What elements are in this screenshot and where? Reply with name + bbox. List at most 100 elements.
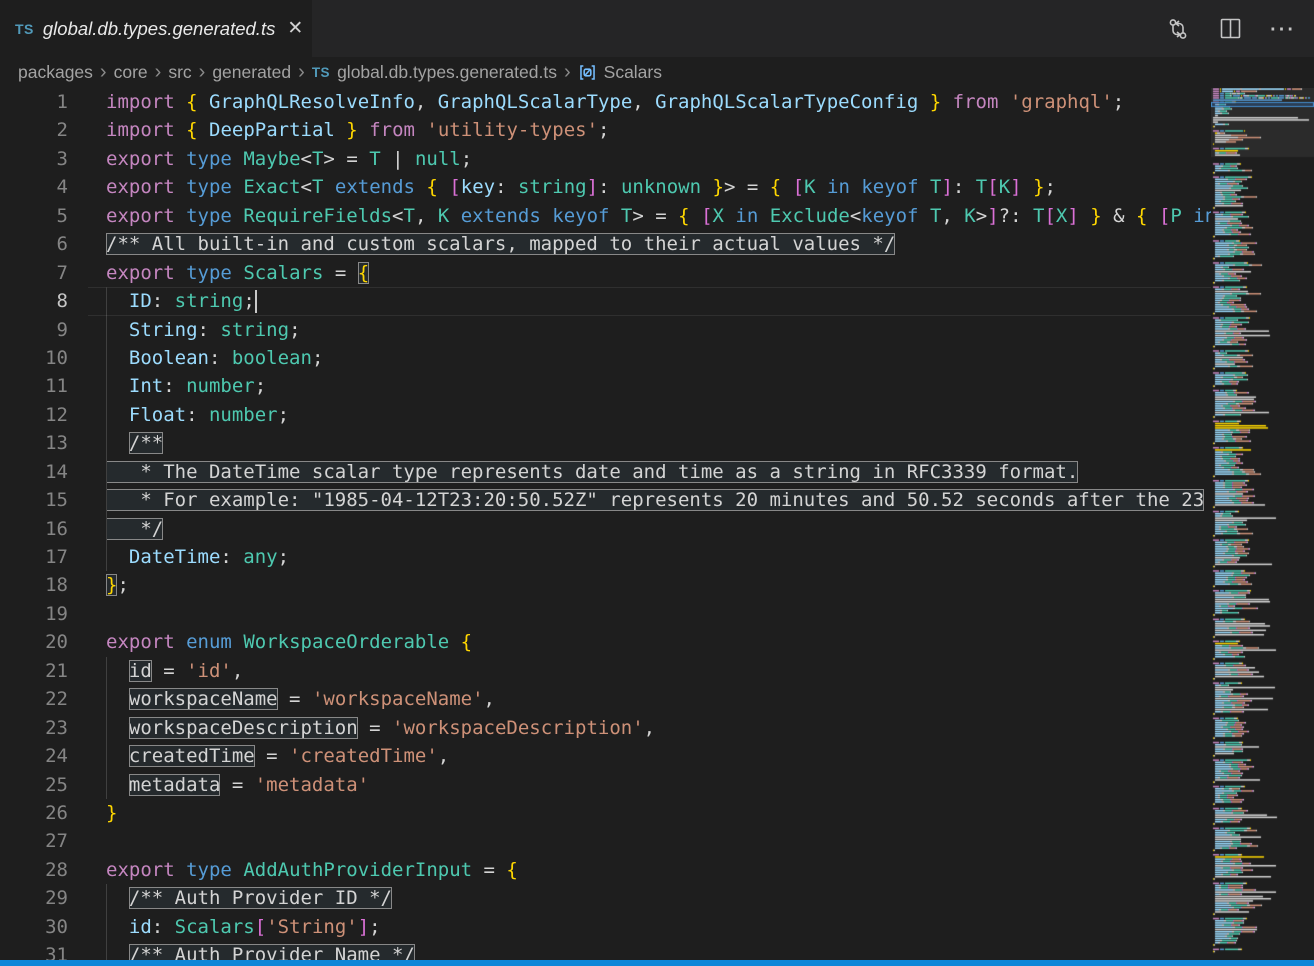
breadcrumb-item-generated[interactable]: generated: [212, 62, 291, 83]
code-line[interactable]: 26}: [0, 799, 1211, 827]
line-number: 16: [0, 515, 68, 543]
indent-guide: [106, 941, 107, 960]
code-line[interactable]: 21 id = 'id',: [0, 657, 1211, 685]
line-number: 12: [0, 401, 68, 429]
line-number: 24: [0, 742, 68, 770]
line-number: 22: [0, 685, 68, 713]
code-line[interactable]: 1import { GraphQLResolveInfo, GraphQLSca…: [0, 88, 1211, 116]
indent-guide: [106, 316, 107, 344]
split-editor-icon[interactable]: [1218, 17, 1242, 41]
close-tab-icon[interactable]: ✕: [284, 16, 306, 41]
code-line[interactable]: 18};: [0, 571, 1211, 599]
line-number: 30: [0, 913, 68, 941]
symbol-type-icon: [578, 63, 597, 82]
line-number: 21: [0, 657, 68, 685]
breadcrumb-item-symbol[interactable]: Scalars: [604, 62, 662, 83]
indent-guide: [106, 884, 107, 912]
breadcrumb-separator: ›: [155, 62, 162, 82]
line-number: 31: [0, 941, 68, 960]
code-line[interactable]: 24 createdTime = 'createdTime',: [0, 742, 1211, 770]
code-line[interactable]: 12 Float: number;: [0, 401, 1211, 429]
code-line[interactable]: 20export enum WorkspaceOrderable {: [0, 628, 1211, 656]
code-line[interactable]: 10 Boolean: boolean;: [0, 344, 1211, 372]
minimap[interactable]: [1211, 88, 1314, 960]
breadcrumb-item-file[interactable]: global.db.types.generated.ts: [337, 62, 557, 83]
indent-guide: [106, 742, 107, 770]
code-line[interactable]: 25 metadata = 'metadata': [0, 771, 1211, 799]
code-line[interactable]: 3export type Maybe<T> = T | null;: [0, 145, 1211, 173]
compare-changes-icon[interactable]: [1166, 17, 1190, 41]
editor-actions: ⋯: [1166, 0, 1314, 57]
code-line[interactable]: 14 * The DateTime scalar type represents…: [0, 458, 1211, 486]
code-line[interactable]: 5export type RequireFields<T, K extends …: [0, 202, 1211, 230]
breadcrumb-separator: ›: [100, 62, 107, 82]
code-line[interactable]: 31 /** Auth Provider Name */: [0, 941, 1211, 960]
indent-guide: [106, 515, 107, 543]
code-line[interactable]: 9 String: string;: [0, 316, 1211, 344]
code-line[interactable]: 28export type AddAuthProviderInput = {: [0, 856, 1211, 884]
code-line[interactable]: 17 DateTime: any;: [0, 543, 1211, 571]
line-number: 8: [0, 287, 68, 315]
indent-guide: [106, 401, 107, 429]
code-line[interactable]: 27: [0, 827, 1211, 855]
vscode-window: TS global.db.types.generated.ts ✕: [0, 0, 1314, 966]
code-line[interactable]: 22 workspaceName = 'workspaceName',: [0, 685, 1211, 713]
code-line[interactable]: 11 Int: number;: [0, 372, 1211, 400]
line-number: 17: [0, 543, 68, 571]
line-number: 1: [0, 88, 68, 116]
indent-guide: [106, 543, 107, 571]
indent-guide: [106, 287, 107, 315]
line-number: 15: [0, 486, 68, 514]
line-number: 19: [0, 600, 68, 628]
code-line[interactable]: 29 /** Auth Provider ID */: [0, 884, 1211, 912]
code-line[interactable]: 23 workspaceDescription = 'workspaceDesc…: [0, 714, 1211, 742]
code-line[interactable]: 7export type Scalars = {: [0, 259, 1211, 287]
line-number: 28: [0, 856, 68, 884]
indent-guide: [106, 458, 107, 486]
indent-guide: [106, 657, 107, 685]
code-line[interactable]: 4export type Exact<T extends { [key: str…: [0, 173, 1211, 201]
breadcrumb-item-src[interactable]: src: [168, 62, 191, 83]
line-number: 5: [0, 202, 68, 230]
line-number: 7: [0, 259, 68, 287]
more-actions-icon[interactable]: ⋯: [1270, 17, 1294, 41]
line-number: 14: [0, 458, 68, 486]
code-editor[interactable]: 1import { GraphQLResolveInfo, GraphQLSca…: [0, 88, 1211, 960]
typescript-file-icon: TS: [312, 65, 330, 80]
line-number: 4: [0, 173, 68, 201]
indent-guide: [106, 913, 107, 941]
indent-guide: [106, 429, 107, 457]
code-line[interactable]: 30 id: Scalars['String'];: [0, 913, 1211, 941]
indent-guide: [106, 372, 107, 400]
breadcrumb-item-packages[interactable]: packages: [18, 62, 93, 83]
line-number: 29: [0, 884, 68, 912]
code-line[interactable]: 13 /**: [0, 429, 1211, 457]
line-number: 25: [0, 771, 68, 799]
tab-bar: TS global.db.types.generated.ts ✕: [0, 0, 1314, 57]
breadcrumb: packages›core›src›generated›TSglobal.db.…: [0, 57, 1314, 88]
indent-guide: [106, 344, 107, 372]
line-number: 18: [0, 571, 68, 599]
status-bar: [0, 960, 1314, 966]
breadcrumb-item-core[interactable]: core: [114, 62, 148, 83]
line-number: 3: [0, 145, 68, 173]
typescript-file-icon: TS: [15, 21, 34, 37]
code-line[interactable]: 19: [0, 600, 1211, 628]
code-line[interactable]: 8 ID: string;: [0, 287, 1211, 315]
line-number: 23: [0, 714, 68, 742]
breadcrumb-separator: ›: [564, 62, 571, 82]
line-number: 26: [0, 799, 68, 827]
line-number: 2: [0, 116, 68, 144]
line-number: 13: [0, 429, 68, 457]
line-number: 9: [0, 316, 68, 344]
code-line[interactable]: 6/** All built-in and custom scalars, ma…: [0, 230, 1211, 258]
code-line[interactable]: 15 * For example: "1985-04-12T23:20:50.5…: [0, 486, 1211, 514]
code-line[interactable]: 16 */: [0, 515, 1211, 543]
indent-guide: [106, 486, 107, 514]
text-cursor: [255, 290, 257, 313]
tab-global-db-types[interactable]: TS global.db.types.generated.ts ✕: [0, 0, 312, 57]
line-number: 11: [0, 372, 68, 400]
editor-group: 1import { GraphQLResolveInfo, GraphQLSca…: [0, 88, 1314, 960]
indent-guide: [106, 771, 107, 799]
code-line[interactable]: 2import { DeepPartial } from 'utility-ty…: [0, 116, 1211, 144]
